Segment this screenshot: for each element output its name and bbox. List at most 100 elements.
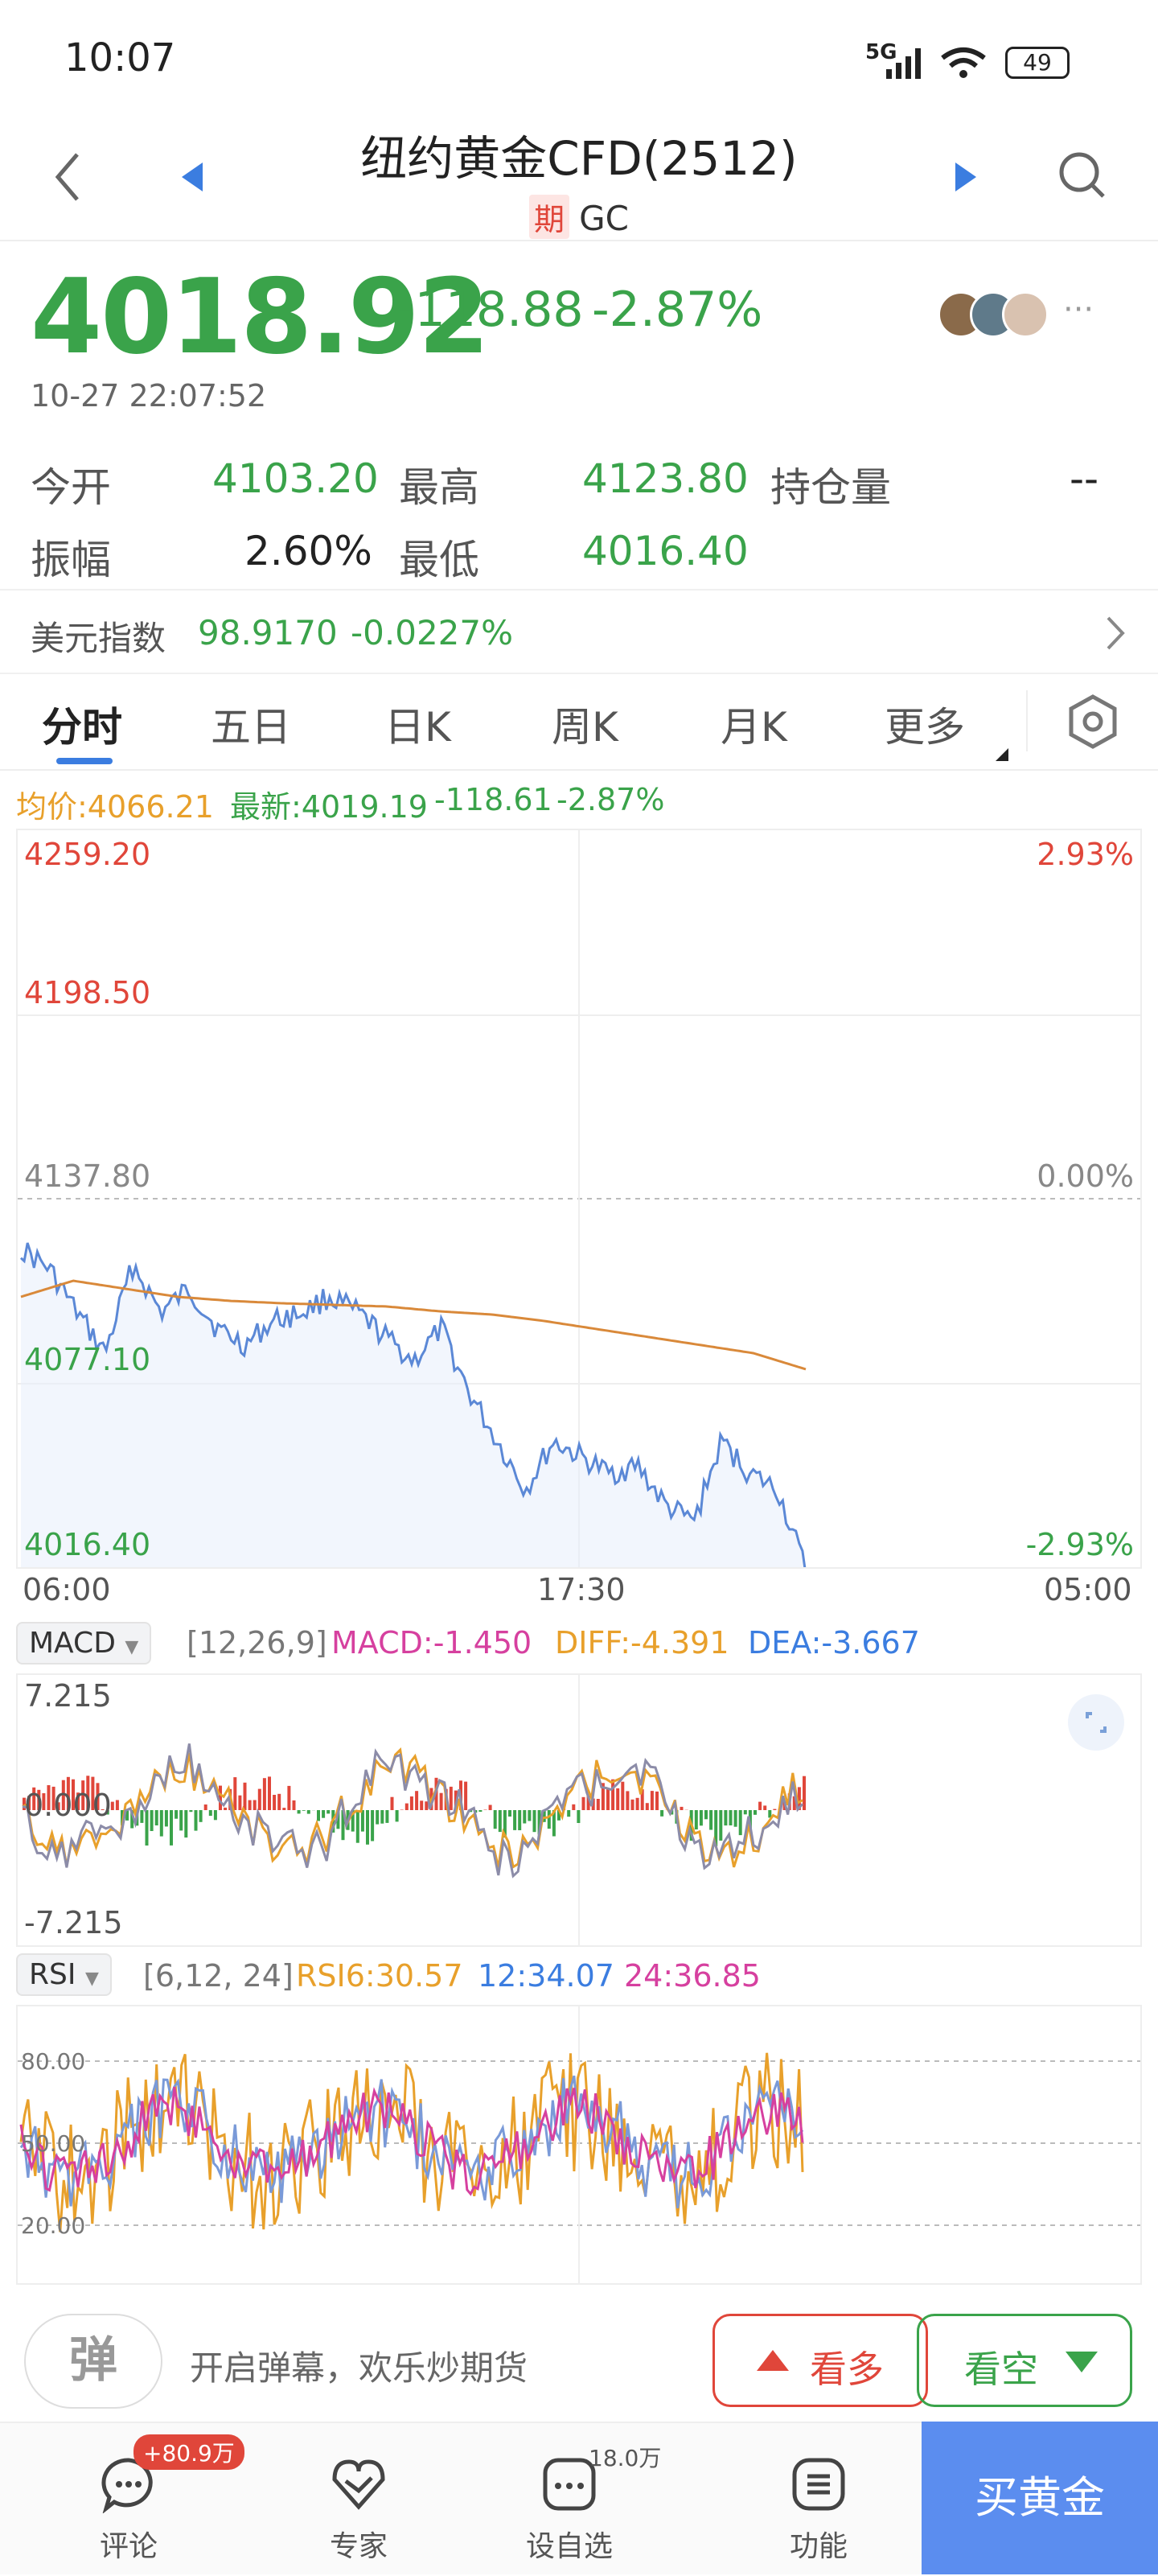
open-interest-label: 持仓量 (770, 455, 891, 513)
x-tick: 06:00 (23, 1572, 111, 1607)
y-tick: 4137.80 (24, 1158, 150, 1194)
settings-icon[interactable] (1066, 693, 1119, 750)
status-time: 10:07 (64, 35, 175, 80)
watch-count: 18.0万 (589, 2441, 661, 2473)
nav-functions-label: 功能 (738, 2523, 899, 2565)
rsi12-value: 12:34.07 (478, 1958, 614, 1994)
page-title: 纽约黄金CFD(2512) (0, 121, 1158, 188)
nav-expert[interactable]: 专家 (278, 2423, 439, 2576)
signal-icon (885, 45, 933, 80)
dxy-change: -0.0227% (351, 613, 513, 652)
battery-level: 49 (1023, 49, 1052, 76)
nav-comment[interactable]: +80.9万 评论 (48, 2423, 209, 2576)
tab-daily-k[interactable]: 日K (384, 695, 451, 753)
high-label: 最高 (399, 455, 479, 513)
avatar (1002, 291, 1049, 338)
macd-y-bot: -7.215 (24, 1905, 123, 1940)
more-icon[interactable]: ··· (1063, 291, 1094, 328)
dxy-label: 美元指数 (31, 611, 166, 660)
open-label: 今开 (31, 455, 111, 513)
nav-expert-label: 专家 (278, 2523, 439, 2565)
macd-params: [12,26,9] (187, 1625, 327, 1660)
x-tick: 05:00 (1044, 1572, 1132, 1607)
search-icon[interactable] (1057, 150, 1108, 201)
nav-watchlist[interactable]: 18.0万 设自选 (489, 2423, 650, 2576)
latest-change-label: -118.61 (434, 782, 552, 817)
amplitude-value: 2.60% (244, 528, 372, 574)
triangle-up-icon (755, 2348, 790, 2372)
macd-selector[interactable]: MACD ▼ (16, 1622, 151, 1665)
y-tick-pct: 0.00% (1037, 1158, 1134, 1194)
y-tick-pct: -2.93% (1026, 1527, 1134, 1562)
status-bar: 10:07 5G 49 (0, 0, 1158, 121)
expand-icon[interactable] (1068, 1694, 1124, 1751)
avg-price-label: 均价:4066.21 (16, 782, 214, 826)
caret-down-icon: ▼ (125, 1637, 138, 1657)
y-tick: 4077.10 (24, 1342, 150, 1377)
intraday-chart[interactable]: 4259.20 4198.50 4137.80 4077.10 4016.40 … (16, 829, 1142, 1569)
tab-active-indicator (56, 758, 113, 764)
intraday-plot (18, 830, 1140, 1567)
y-tick: 4259.20 (24, 837, 150, 872)
latest-price-label: 最新:4019.19 (230, 782, 428, 826)
functions-icon (790, 2455, 848, 2513)
dollar-index-row[interactable]: 美元指数 98.9170 -0.0227% (0, 589, 1158, 674)
rsi-level: 80.00 (21, 2048, 85, 2075)
buy-gold-button[interactable]: 买黄金 (922, 2422, 1158, 2574)
comment-badge: +80.9万 (133, 2434, 244, 2470)
period-tabs: 分时 五日 日K 周K 月K 更多 (0, 674, 1158, 771)
nav-comment-label: 评论 (48, 2523, 209, 2565)
rsi-chart[interactable]: 80.00 50.00 20.00 (16, 2005, 1142, 2285)
tab-five-day[interactable]: 五日 (211, 695, 291, 753)
macd-y-top: 7.215 (24, 1678, 112, 1714)
tab-weekly-k[interactable]: 周K (552, 695, 618, 753)
low-value: 4016.40 (582, 528, 749, 574)
contract-code: GC (579, 199, 629, 238)
nav-functions[interactable]: 功能 (738, 2423, 899, 2576)
tab-divider (1026, 690, 1028, 751)
battery-icon: 49 (1005, 47, 1070, 79)
rsi-selector[interactable]: RSI ▼ (16, 1953, 112, 1996)
expert-icon (330, 2455, 388, 2513)
rsi-selector-label: RSI (29, 1958, 76, 1991)
macd-plot (18, 1675, 1140, 1945)
price-change: -118.88 (397, 282, 584, 338)
wifi-icon (939, 45, 988, 80)
tab-more[interactable]: 更多 (885, 695, 965, 753)
macd-chart[interactable]: 7.215 0.000 -7.215 (16, 1673, 1142, 1947)
price-change-pct: -2.87% (592, 282, 762, 338)
bearish-button[interactable]: 看空 (917, 2314, 1132, 2407)
x-tick: 17:30 (537, 1572, 626, 1607)
rsi-level: 50.00 (21, 2130, 85, 2157)
dea-value: DEA:-3.667 (748, 1625, 920, 1660)
amplitude-label: 振幅 (31, 528, 111, 586)
y-tick-pct: 2.93% (1037, 837, 1134, 872)
open-interest-value: -- (1070, 455, 1098, 502)
community-avatars[interactable] (938, 291, 1057, 339)
tab-monthly-k[interactable]: 月K (721, 695, 787, 753)
triangle-down-icon (1064, 2350, 1099, 2374)
macd-y-mid: 0.000 (24, 1788, 112, 1823)
latest-pct-label: -2.87% (556, 782, 664, 817)
tab-intraday[interactable]: 分时 (42, 695, 122, 753)
rsi-level: 20.00 (21, 2212, 85, 2239)
nav-watchlist-label: 设自选 (489, 2523, 650, 2565)
header: 纽约黄金CFD(2512) 期 GC (0, 121, 1158, 241)
next-contract-icon[interactable] (951, 159, 979, 195)
caret-down-icon: ▼ (85, 1969, 99, 1989)
bullish-button[interactable]: 看多 (712, 2314, 928, 2407)
open-value: 4103.20 (212, 455, 379, 502)
diff-value: DIFF:-4.391 (555, 1625, 729, 1660)
futures-badge: 期 (529, 195, 569, 239)
macd-value: MACD:-1.450 (331, 1625, 532, 1660)
macd-selector-label: MACD (29, 1627, 116, 1660)
bearish-label: 看空 (964, 2340, 1038, 2393)
danmu-input[interactable]: 开启弹幕，欢乐炒期货 (190, 2341, 528, 2390)
danmu-toggle-button[interactable]: 弹 (24, 2314, 162, 2409)
rsi-plot (18, 2006, 1140, 2283)
bullish-label: 看多 (810, 2340, 884, 2393)
rsi24-value: 24:36.85 (624, 1958, 761, 1994)
y-tick: 4198.50 (24, 975, 150, 1010)
quote-timestamp: 10-27 22:07:52 (31, 378, 266, 414)
subtitle: 期 GC (0, 195, 1158, 239)
